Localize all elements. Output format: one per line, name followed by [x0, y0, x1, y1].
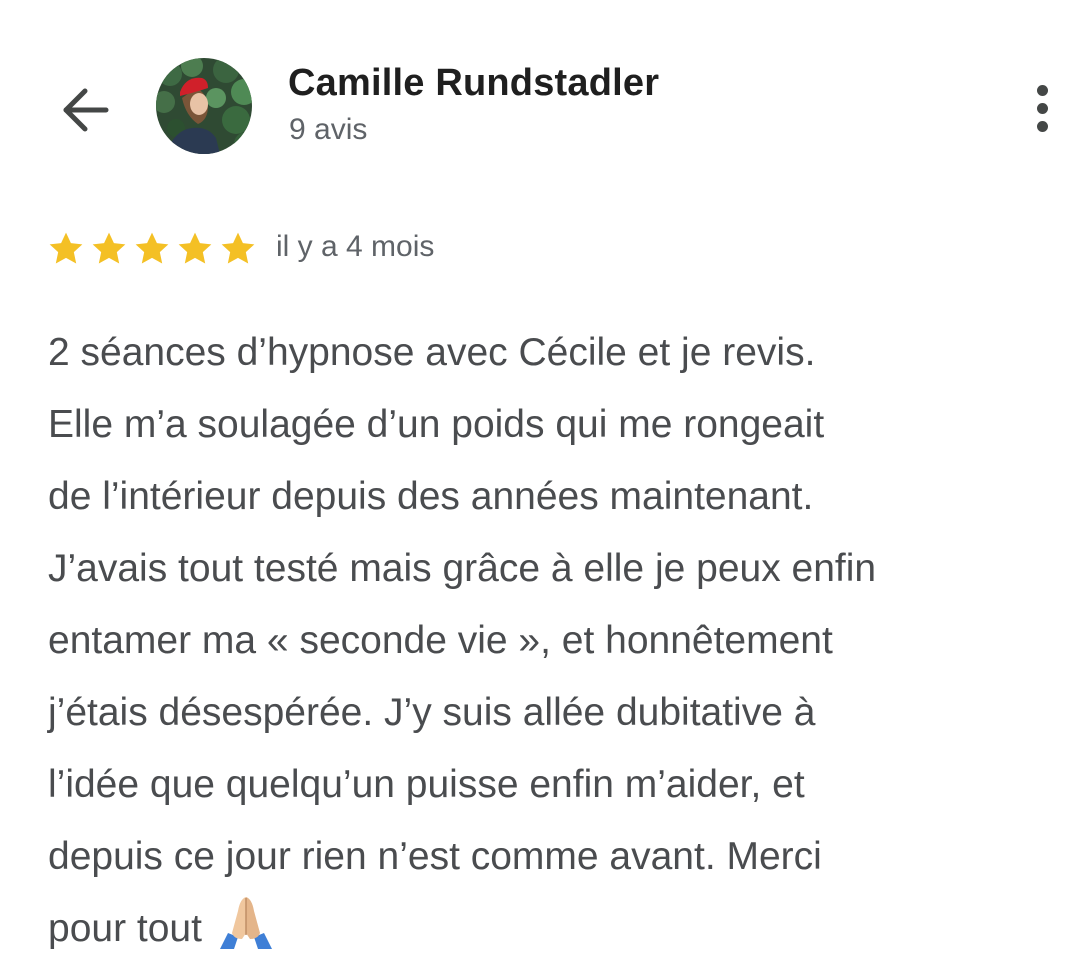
star-rating	[46, 228, 261, 270]
review-text-last-line: pour tout	[48, 893, 1060, 965]
review-date: il y a 4 mois	[276, 230, 435, 263]
star-icon	[178, 232, 212, 264]
review-text-line: Elle m’a soulagée d’un poids qui me rong…	[48, 403, 825, 446]
review-text-line: j’étais désespérée. J’y suis allée dubit…	[48, 691, 816, 734]
folded-hands-emoji	[219, 897, 272, 949]
star-icon	[49, 232, 83, 264]
review-text-line: J’avais tout testé mais grâce à elle je …	[48, 547, 877, 590]
review-text-line: depuis ce jour rien n’est comme avant. M…	[48, 835, 822, 878]
reviewer-name[interactable]: Camille Rundstadler	[288, 62, 659, 105]
more-vert-icon	[1036, 84, 1048, 132]
arrow-left-icon	[63, 88, 109, 132]
avatar[interactable]	[156, 58, 252, 154]
review-page: { "header": { "back_icon": "arrow-left-i…	[0, 0, 1068, 976]
user-avatar-photo	[156, 58, 252, 154]
star-icon	[135, 232, 169, 264]
back-button[interactable]	[48, 74, 120, 146]
review-text-line: entamer ma « seconde vie », et honnêteme…	[48, 619, 833, 662]
review-text-line: 2 séances d’hypnose avec Cécile et je re…	[48, 331, 816, 374]
star-icon	[221, 232, 255, 264]
review-text-line: pour tout	[48, 907, 202, 950]
review-text-line: l’idée que quelqu’un puisse enfin m’aide…	[48, 763, 805, 806]
more-options-button[interactable]	[1018, 76, 1066, 140]
star-icon	[92, 232, 126, 264]
review-text: 2 séances d’hypnose avec Cécile et je re…	[48, 317, 1060, 965]
review-text-line: de l’intérieur depuis des années mainten…	[48, 475, 814, 518]
review-count[interactable]: 9 avis	[289, 113, 367, 147]
